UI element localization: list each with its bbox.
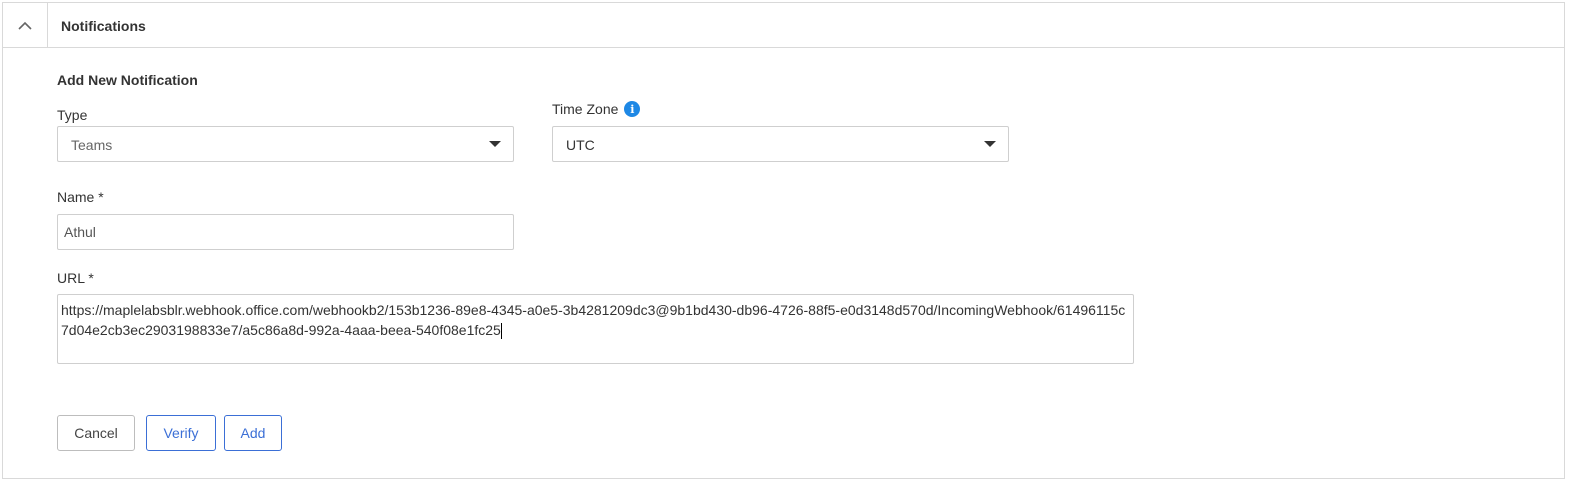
- name-input[interactable]: Athul: [57, 214, 514, 250]
- panel-title: Notifications: [61, 18, 146, 34]
- type-select[interactable]: Teams: [57, 126, 514, 162]
- time-zone-select[interactable]: UTC: [552, 126, 1009, 162]
- time-zone-select-value: UTC: [566, 137, 595, 153]
- time-zone-label: Time Zone: [552, 101, 619, 117]
- url-value: https://maplelabsblr.webhook.office.com/…: [61, 302, 1126, 338]
- info-icon[interactable]: i: [624, 101, 641, 117]
- cancel-button[interactable]: Cancel: [57, 415, 135, 451]
- time-zone-label-group: Time Zone i: [552, 101, 641, 117]
- verify-button[interactable]: Verify: [146, 415, 216, 451]
- add-button[interactable]: Add: [224, 415, 282, 451]
- url-textarea[interactable]: https://maplelabsblr.webhook.office.com/…: [57, 294, 1134, 364]
- chevron-up-icon: [18, 21, 32, 30]
- name-label: Name *: [57, 189, 104, 205]
- text-cursor: [500, 323, 502, 340]
- collapse-button[interactable]: [3, 3, 48, 48]
- type-select-value: Teams: [71, 137, 113, 153]
- panel-header: Notifications: [3, 3, 1564, 48]
- caret-down-icon: [984, 141, 996, 147]
- section-title: Add New Notification: [57, 72, 198, 88]
- caret-down-icon: [489, 141, 501, 147]
- url-label: URL *: [57, 270, 94, 286]
- type-label: Type: [57, 107, 88, 123]
